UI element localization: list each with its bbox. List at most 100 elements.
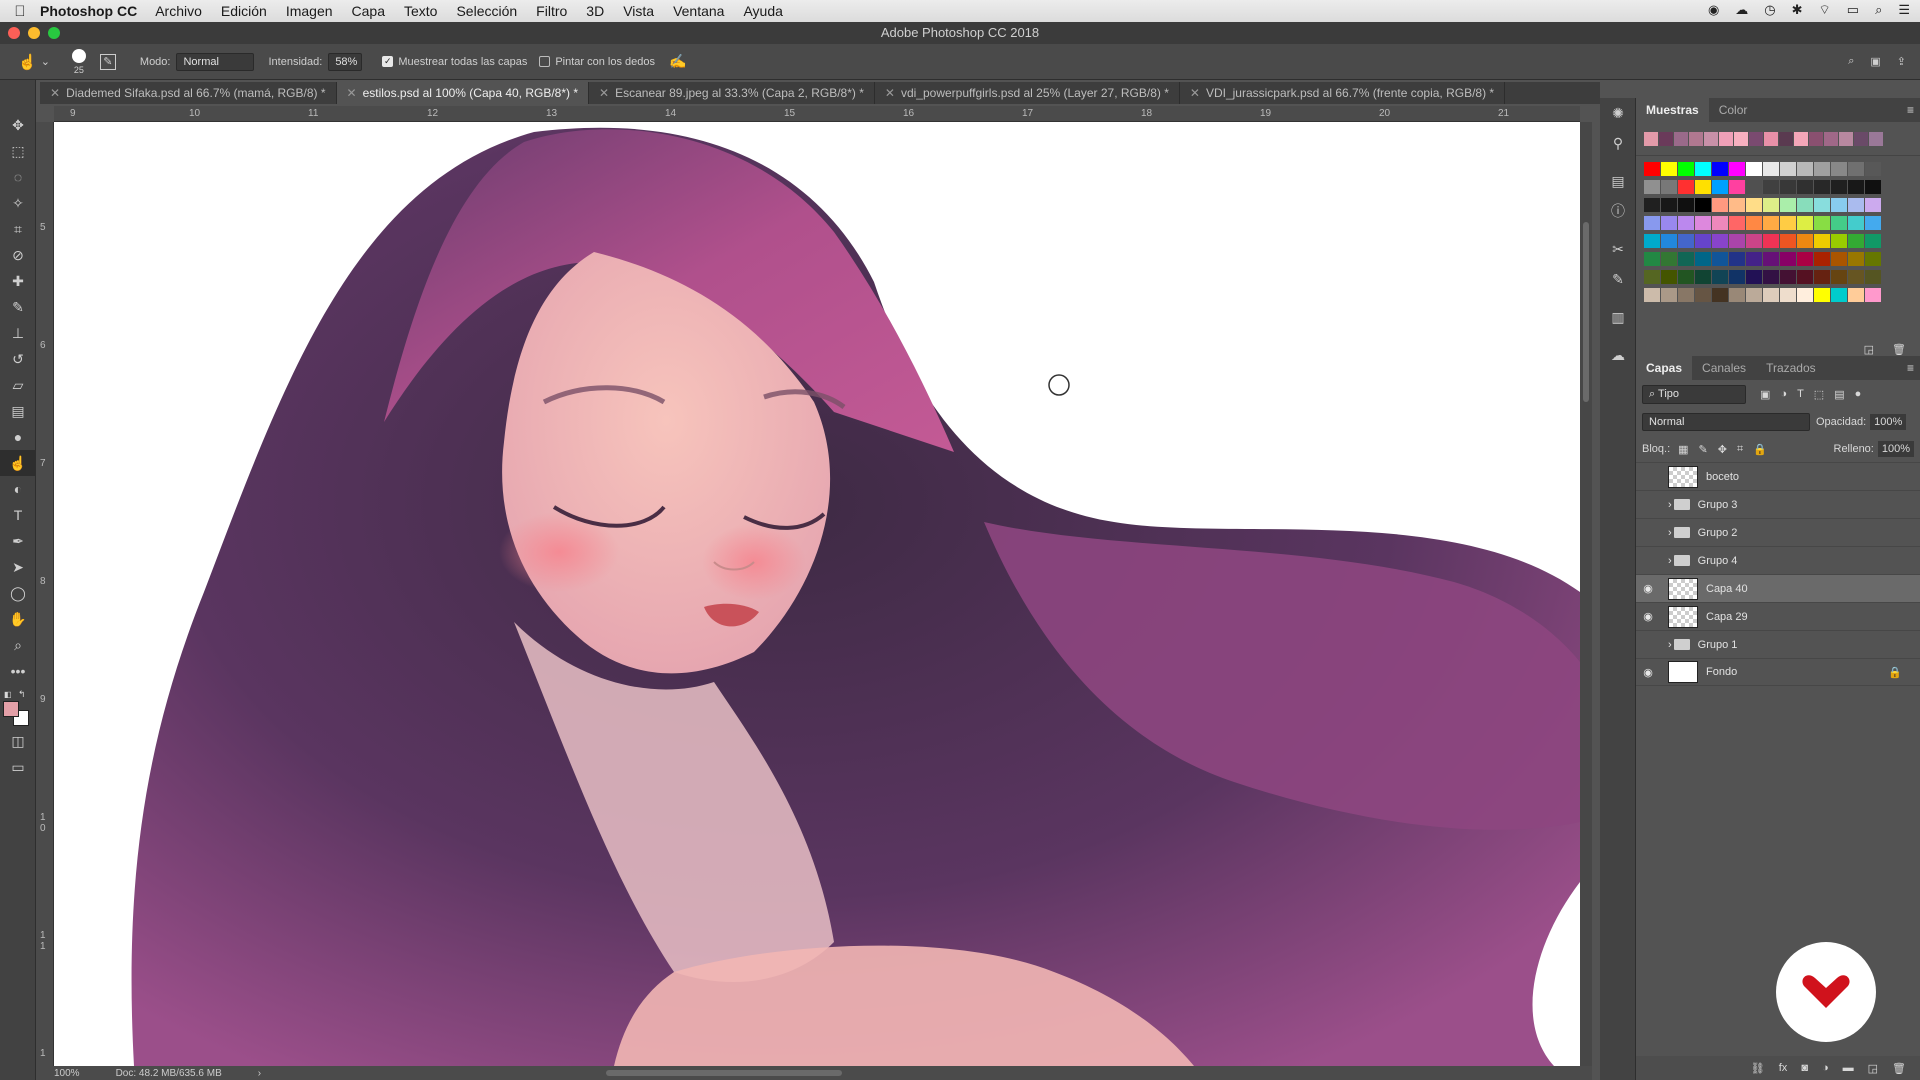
swatch[interactable] — [1695, 270, 1711, 284]
layer-row[interactable]: › Grupo 3 — [1636, 490, 1920, 518]
swatch[interactable] — [1746, 270, 1762, 284]
layer-style-icon[interactable]: fx — [1779, 1062, 1788, 1074]
swatch[interactable] — [1780, 198, 1796, 212]
swatch[interactable] — [1763, 216, 1779, 230]
swatch[interactable] — [1678, 234, 1694, 248]
swatch[interactable] — [1729, 234, 1745, 248]
layer-filter-select[interactable]: ⌕ Tipo — [1642, 384, 1746, 404]
menu-ventana[interactable]: Ventana — [673, 3, 724, 19]
swatch[interactable] — [1678, 180, 1694, 194]
swatch[interactable] — [1814, 198, 1830, 212]
swatch[interactable] — [1839, 132, 1853, 146]
filter-adjustment-icon[interactable]: ◑ — [1780, 388, 1787, 401]
swatch[interactable] — [1831, 270, 1847, 284]
expand-chevron-icon[interactable]: › — [1668, 639, 1672, 651]
sample-all-checkbox[interactable]: ✓ — [382, 56, 394, 67]
brush-settings-icon[interactable]: ✎ — [1600, 264, 1636, 294]
app-name-menu[interactable]: Photoshop CC — [40, 3, 137, 19]
brush-size-picker[interactable]: 25 — [71, 48, 86, 75]
swatch[interactable] — [1695, 198, 1711, 212]
swatch[interactable] — [1865, 270, 1881, 284]
pen-tool-icon[interactable]: ✒ — [0, 528, 36, 554]
new-adjustment-icon[interactable]: ◑ — [1822, 1062, 1829, 1074]
list-icon[interactable]: ☰ — [1898, 2, 1910, 18]
swatch[interactable] — [1865, 198, 1881, 212]
swatch[interactable] — [1848, 180, 1864, 194]
swatch[interactable] — [1780, 162, 1796, 176]
swatch[interactable] — [1865, 180, 1881, 194]
close-icon[interactable]: ✕ — [885, 86, 895, 100]
adjustments-icon[interactable]: ✺ — [1600, 98, 1636, 128]
swatch[interactable] — [1661, 252, 1677, 266]
swatch[interactable] — [1749, 132, 1763, 146]
swatch[interactable] — [1678, 198, 1694, 212]
swatch[interactable] — [1848, 234, 1864, 248]
swatch[interactable] — [1797, 252, 1813, 266]
hand-tool-icon[interactable]: ✋ — [0, 606, 36, 632]
finger-painting-checkbox[interactable] — [539, 56, 551, 67]
zoom-level[interactable]: 100% — [54, 1068, 80, 1079]
swatch[interactable] — [1780, 252, 1796, 266]
swatch[interactable] — [1865, 252, 1881, 266]
swatch[interactable] — [1746, 162, 1762, 176]
close-icon[interactable]: ✕ — [1190, 86, 1200, 100]
crop-tool-icon[interactable]: ⌗ — [0, 216, 36, 242]
swatch[interactable] — [1763, 288, 1779, 302]
layer-name[interactable]: Grupo 2 — [1698, 527, 1738, 539]
layer-row[interactable]: boceto — [1636, 462, 1920, 490]
menu-archivo[interactable]: Archivo — [155, 3, 202, 19]
expand-chevron-icon[interactable]: › — [1668, 555, 1672, 567]
swatch[interactable] — [1729, 270, 1745, 284]
bluetooth-icon[interactable]: ✱ — [1792, 2, 1803, 18]
swatch[interactable] — [1678, 162, 1694, 176]
smudge-tool-preset[interactable]: ☝ ⌄ — [18, 53, 50, 71]
filter-shape-icon[interactable]: ⬚ — [1814, 388, 1824, 401]
swatch[interactable] — [1644, 288, 1660, 302]
layer-name[interactable]: Grupo 1 — [1698, 639, 1738, 651]
filter-toggle-icon[interactable]: ● — [1855, 388, 1862, 401]
swatch[interactable] — [1659, 132, 1673, 146]
swatch[interactable] — [1869, 132, 1883, 146]
gradient-tool-icon[interactable]: ▤ — [0, 398, 36, 424]
close-icon[interactable]: ✕ — [599, 86, 609, 100]
swatch[interactable] — [1865, 162, 1881, 176]
filter-smart-object-icon[interactable]: ▤ — [1834, 388, 1844, 401]
swatch[interactable] — [1797, 162, 1813, 176]
zoom-window-button[interactable] — [48, 27, 60, 39]
lasso-tool-icon[interactable]: ◌ — [0, 164, 36, 190]
swatch[interactable] — [1831, 216, 1847, 230]
swatch[interactable] — [1865, 288, 1881, 302]
swatch[interactable] — [1674, 132, 1688, 146]
status-menu-arrow-icon[interactable]: › — [258, 1068, 261, 1079]
new-group-icon[interactable]: ▬ — [1843, 1062, 1854, 1074]
foreground-color-swatch[interactable] — [3, 701, 19, 717]
tab-muestras[interactable]: Muestras — [1636, 98, 1709, 122]
swatch[interactable] — [1734, 132, 1748, 146]
expand-chevron-icon[interactable]: › — [1668, 527, 1672, 539]
tab-capas[interactable]: Capas — [1636, 356, 1693, 380]
info-icon[interactable]: ⓘ — [1600, 196, 1636, 226]
history-brush-tool-icon[interactable]: ↺ — [0, 346, 36, 372]
creative-cloud-icon[interactable]: ☁ — [1600, 340, 1636, 370]
layer-row[interactable]: › Grupo 2 — [1636, 518, 1920, 546]
horizontal-scroll-thumb[interactable] — [606, 1070, 842, 1076]
delete-swatch-icon[interactable]: 🗑 — [1892, 343, 1906, 356]
lock-transparent-icon[interactable]: ▦ — [1678, 443, 1688, 456]
swatch[interactable] — [1729, 288, 1745, 302]
close-icon[interactable]: ✕ — [50, 86, 60, 100]
lock-all-icon[interactable]: 🔒 — [1753, 443, 1767, 456]
tab-trazados[interactable]: Trazados — [1756, 356, 1826, 380]
filter-type-icon[interactable]: T — [1797, 388, 1804, 401]
swatch[interactable] — [1831, 288, 1847, 302]
swatch[interactable] — [1824, 132, 1838, 146]
brush-tool-icon[interactable]: ✎ — [0, 294, 36, 320]
blur-tool-icon[interactable]: ● — [0, 424, 36, 450]
healing-brush-tool-icon[interactable]: ✚ — [0, 268, 36, 294]
swatch[interactable] — [1797, 180, 1813, 194]
screen-mode-icon[interactable]: ▭ — [0, 754, 36, 780]
swatch[interactable] — [1712, 288, 1728, 302]
tool-presets-icon[interactable]: ✂ — [1600, 234, 1636, 264]
swatch[interactable] — [1831, 180, 1847, 194]
eye-icon[interactable]: ◉ — [1636, 666, 1660, 679]
swatch[interactable] — [1794, 132, 1808, 146]
